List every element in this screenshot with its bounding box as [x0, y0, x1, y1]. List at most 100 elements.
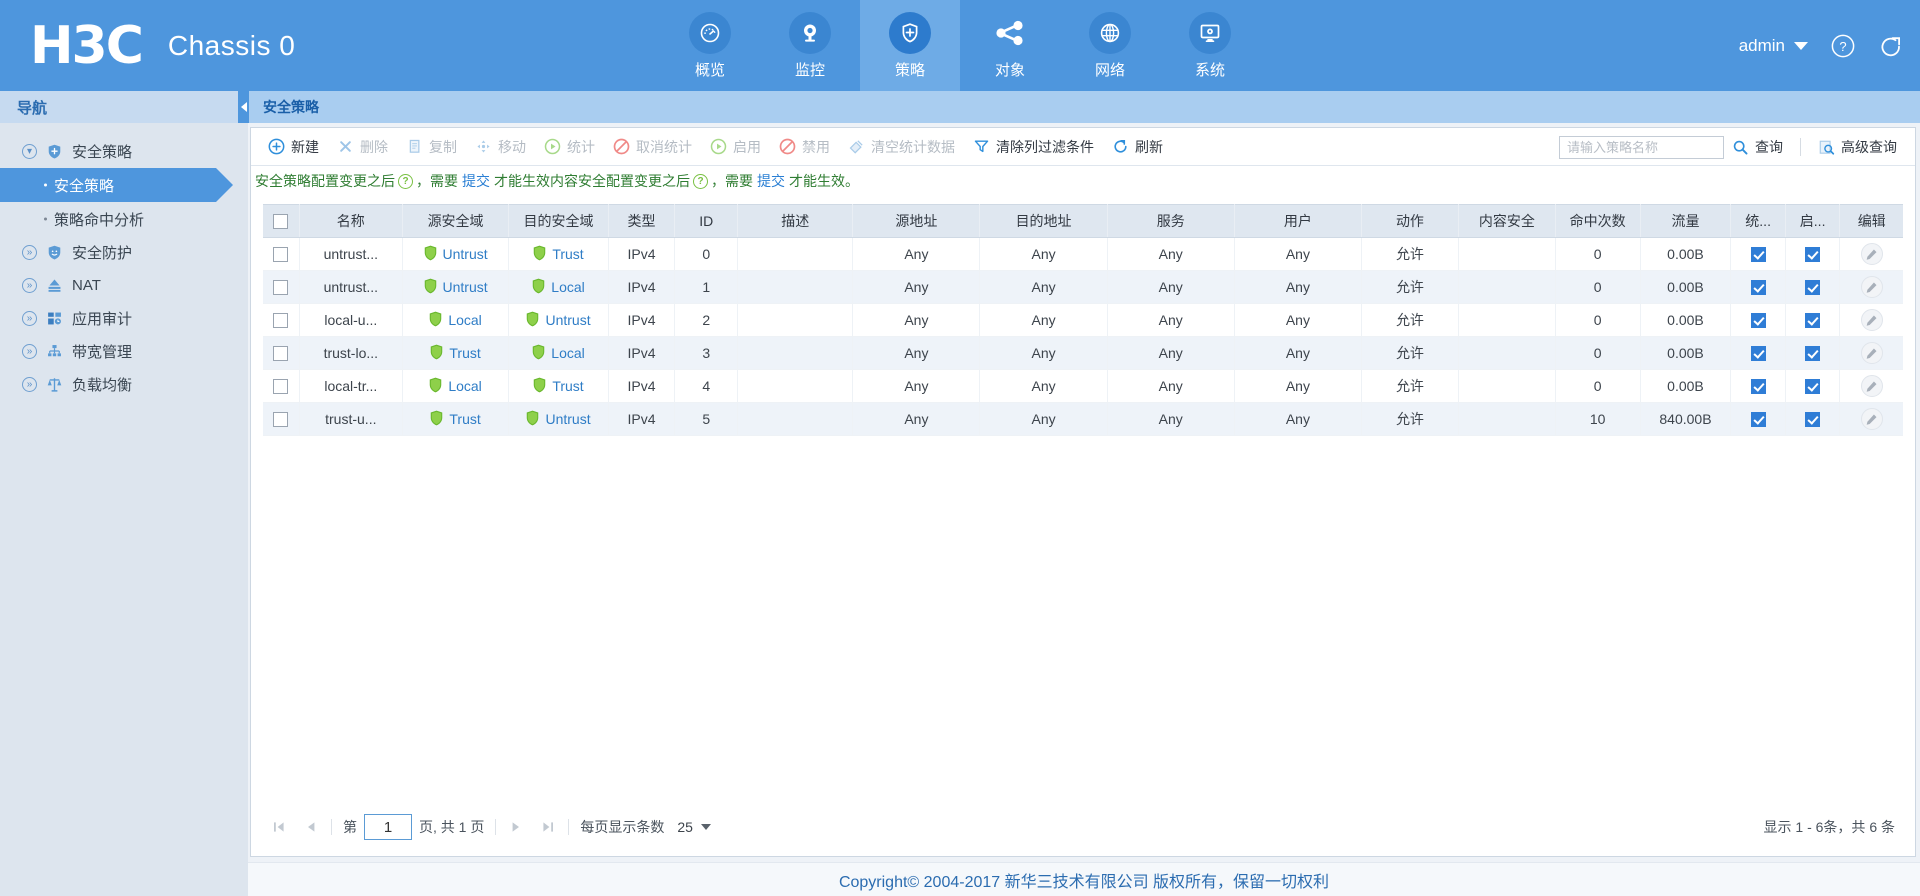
cell-statistics[interactable]	[1730, 303, 1786, 337]
statistics-button[interactable]: 统计	[535, 132, 604, 162]
row-checkbox[interactable]	[273, 247, 289, 263]
logout-icon[interactable]	[1878, 33, 1904, 59]
select-all-checkbox[interactable]	[273, 214, 289, 230]
query-button[interactable]: 查询	[1724, 137, 1791, 157]
cell-enable[interactable]	[1785, 402, 1841, 436]
table-row[interactable]: trust-lo... Trust Local IPv4 3 Any Any Any Any 允许…	[263, 336, 1903, 370]
cell-traffic[interactable]: 840.00B	[1640, 402, 1732, 436]
edit-policy-button[interactable]	[1860, 375, 1883, 397]
select-all-header[interactable]	[263, 204, 300, 238]
sidebar-item-policy-hit-analysis[interactable]: 策略命中分析	[0, 202, 248, 236]
col-src-zone[interactable]: 源安全域	[402, 204, 510, 238]
cell-hit-count[interactable]: 0	[1555, 303, 1641, 337]
edit-policy-button[interactable]	[1860, 309, 1883, 331]
sidebar-collapse-toggle[interactable]	[238, 91, 249, 123]
col-action[interactable]: 动作	[1361, 204, 1459, 238]
nav-module-system[interactable]: 系统	[1160, 0, 1260, 91]
cell-hit-count[interactable]: 0	[1555, 369, 1641, 403]
enable-checkbox[interactable]	[1805, 346, 1821, 362]
page-number-input[interactable]	[364, 814, 412, 840]
statistics-checkbox[interactable]	[1750, 313, 1766, 329]
row-checkbox[interactable]	[273, 280, 289, 296]
nav-module-network[interactable]: 网络	[1060, 0, 1160, 91]
row-select-cell[interactable]	[263, 369, 300, 403]
nav-module-object[interactable]: 对象	[960, 0, 1060, 91]
col-statistics[interactable]: 统...	[1730, 204, 1786, 238]
sidebar-group-security-protection[interactable]: » 安全防护	[0, 236, 248, 269]
enable-checkbox[interactable]	[1805, 280, 1821, 296]
submit-link-1[interactable]: 提交	[462, 171, 490, 191]
cell-edit[interactable]	[1839, 303, 1903, 337]
cell-traffic[interactable]: 0.00B	[1640, 237, 1732, 271]
cell-hit-count[interactable]: 0	[1555, 237, 1641, 271]
edit-policy-button[interactable]	[1860, 276, 1883, 298]
table-row[interactable]: local-u... Local Untrust IPv4 2 Any Any Any Any 允…	[263, 303, 1903, 337]
cell-hit-count[interactable]: 0	[1555, 336, 1641, 370]
enable-checkbox[interactable]	[1805, 412, 1821, 428]
row-select-cell[interactable]	[263, 270, 300, 304]
cancel-statistics-button[interactable]: 取消统计	[604, 132, 701, 162]
chevron-right-icon[interactable]: »	[22, 377, 37, 392]
table-row[interactable]: untrust... Untrust Local IPv4 1 Any Any Any Any 允…	[263, 270, 1903, 304]
prev-page-icon[interactable]	[303, 819, 319, 835]
table-row[interactable]: local-tr... Local Trust IPv4 4 Any Any Any Any 允许…	[263, 369, 1903, 403]
col-hit-count[interactable]: 命中次数	[1555, 204, 1641, 238]
cell-edit[interactable]	[1839, 237, 1903, 271]
col-traffic[interactable]: 流量	[1640, 204, 1732, 238]
col-id[interactable]: ID	[674, 204, 739, 238]
disable-button[interactable]: 禁用	[770, 132, 839, 162]
refresh-button[interactable]: 刷新	[1103, 132, 1172, 162]
chevron-right-icon[interactable]: »	[22, 344, 37, 359]
col-src-address[interactable]: 源地址	[852, 204, 981, 238]
cell-statistics[interactable]	[1730, 270, 1786, 304]
col-name[interactable]: 名称	[299, 204, 403, 238]
cell-enable[interactable]	[1785, 336, 1841, 370]
col-content-security[interactable]: 内容安全	[1458, 204, 1556, 238]
search-input[interactable]	[1559, 135, 1724, 159]
first-page-icon[interactable]	[271, 819, 287, 835]
enable-checkbox[interactable]	[1805, 247, 1821, 263]
clear-statistics-button[interactable]: 清空统计数据	[839, 132, 964, 162]
statistics-checkbox[interactable]	[1750, 412, 1766, 428]
row-select-cell[interactable]	[263, 402, 300, 436]
chevron-down-icon[interactable]: ▾	[22, 144, 37, 159]
page-size-select[interactable]: 25	[677, 819, 711, 835]
cell-edit[interactable]	[1839, 402, 1903, 436]
cell-statistics[interactable]	[1730, 336, 1786, 370]
table-row[interactable]: trust-u... Trust Untrust IPv4 5 Any Any Any Any 允…	[263, 402, 1903, 436]
nav-module-monitor[interactable]: 监控	[760, 0, 860, 91]
question-circle-icon[interactable]: ?	[693, 173, 708, 189]
statistics-checkbox[interactable]	[1750, 280, 1766, 296]
sidebar-group-app-audit[interactable]: » 应用审计	[0, 302, 248, 335]
submit-link-2[interactable]: 提交	[757, 171, 785, 191]
sidebar-group-security-policy[interactable]: ▾ 安全策略	[0, 135, 248, 168]
edit-policy-button[interactable]	[1860, 342, 1883, 364]
delete-button[interactable]: 删除	[328, 132, 397, 162]
cell-enable[interactable]	[1785, 303, 1841, 337]
chevron-right-icon[interactable]: »	[22, 245, 37, 260]
col-description[interactable]: 描述	[737, 204, 854, 238]
enable-checkbox[interactable]	[1805, 313, 1821, 329]
row-select-cell[interactable]	[263, 336, 300, 370]
cell-traffic[interactable]: 0.00B	[1640, 303, 1732, 337]
col-edit[interactable]: 编辑	[1839, 204, 1903, 238]
row-checkbox[interactable]	[273, 346, 289, 362]
enable-checkbox[interactable]	[1805, 379, 1821, 395]
cell-edit[interactable]	[1839, 270, 1903, 304]
col-user[interactable]: 用户	[1234, 204, 1363, 238]
cell-traffic[interactable]: 0.00B	[1640, 270, 1732, 304]
cell-hit-count[interactable]: 0	[1555, 270, 1641, 304]
cell-statistics[interactable]	[1730, 237, 1786, 271]
sidebar-group-load-balance[interactable]: » 负载均衡	[0, 368, 248, 401]
new-button[interactable]: 新建	[259, 132, 328, 162]
statistics-checkbox[interactable]	[1750, 379, 1766, 395]
cell-enable[interactable]	[1785, 270, 1841, 304]
edit-policy-button[interactable]	[1860, 408, 1883, 430]
breadcrumb-label[interactable]: 安全策略	[263, 97, 319, 117]
cell-enable[interactable]	[1785, 369, 1841, 403]
clear-column-filter-button[interactable]: 清除列过滤条件	[964, 132, 1103, 162]
cell-statistics[interactable]	[1730, 369, 1786, 403]
move-button[interactable]: 移动	[466, 132, 535, 162]
col-type[interactable]: 类型	[608, 204, 676, 238]
col-enable[interactable]: 启...	[1785, 204, 1841, 238]
